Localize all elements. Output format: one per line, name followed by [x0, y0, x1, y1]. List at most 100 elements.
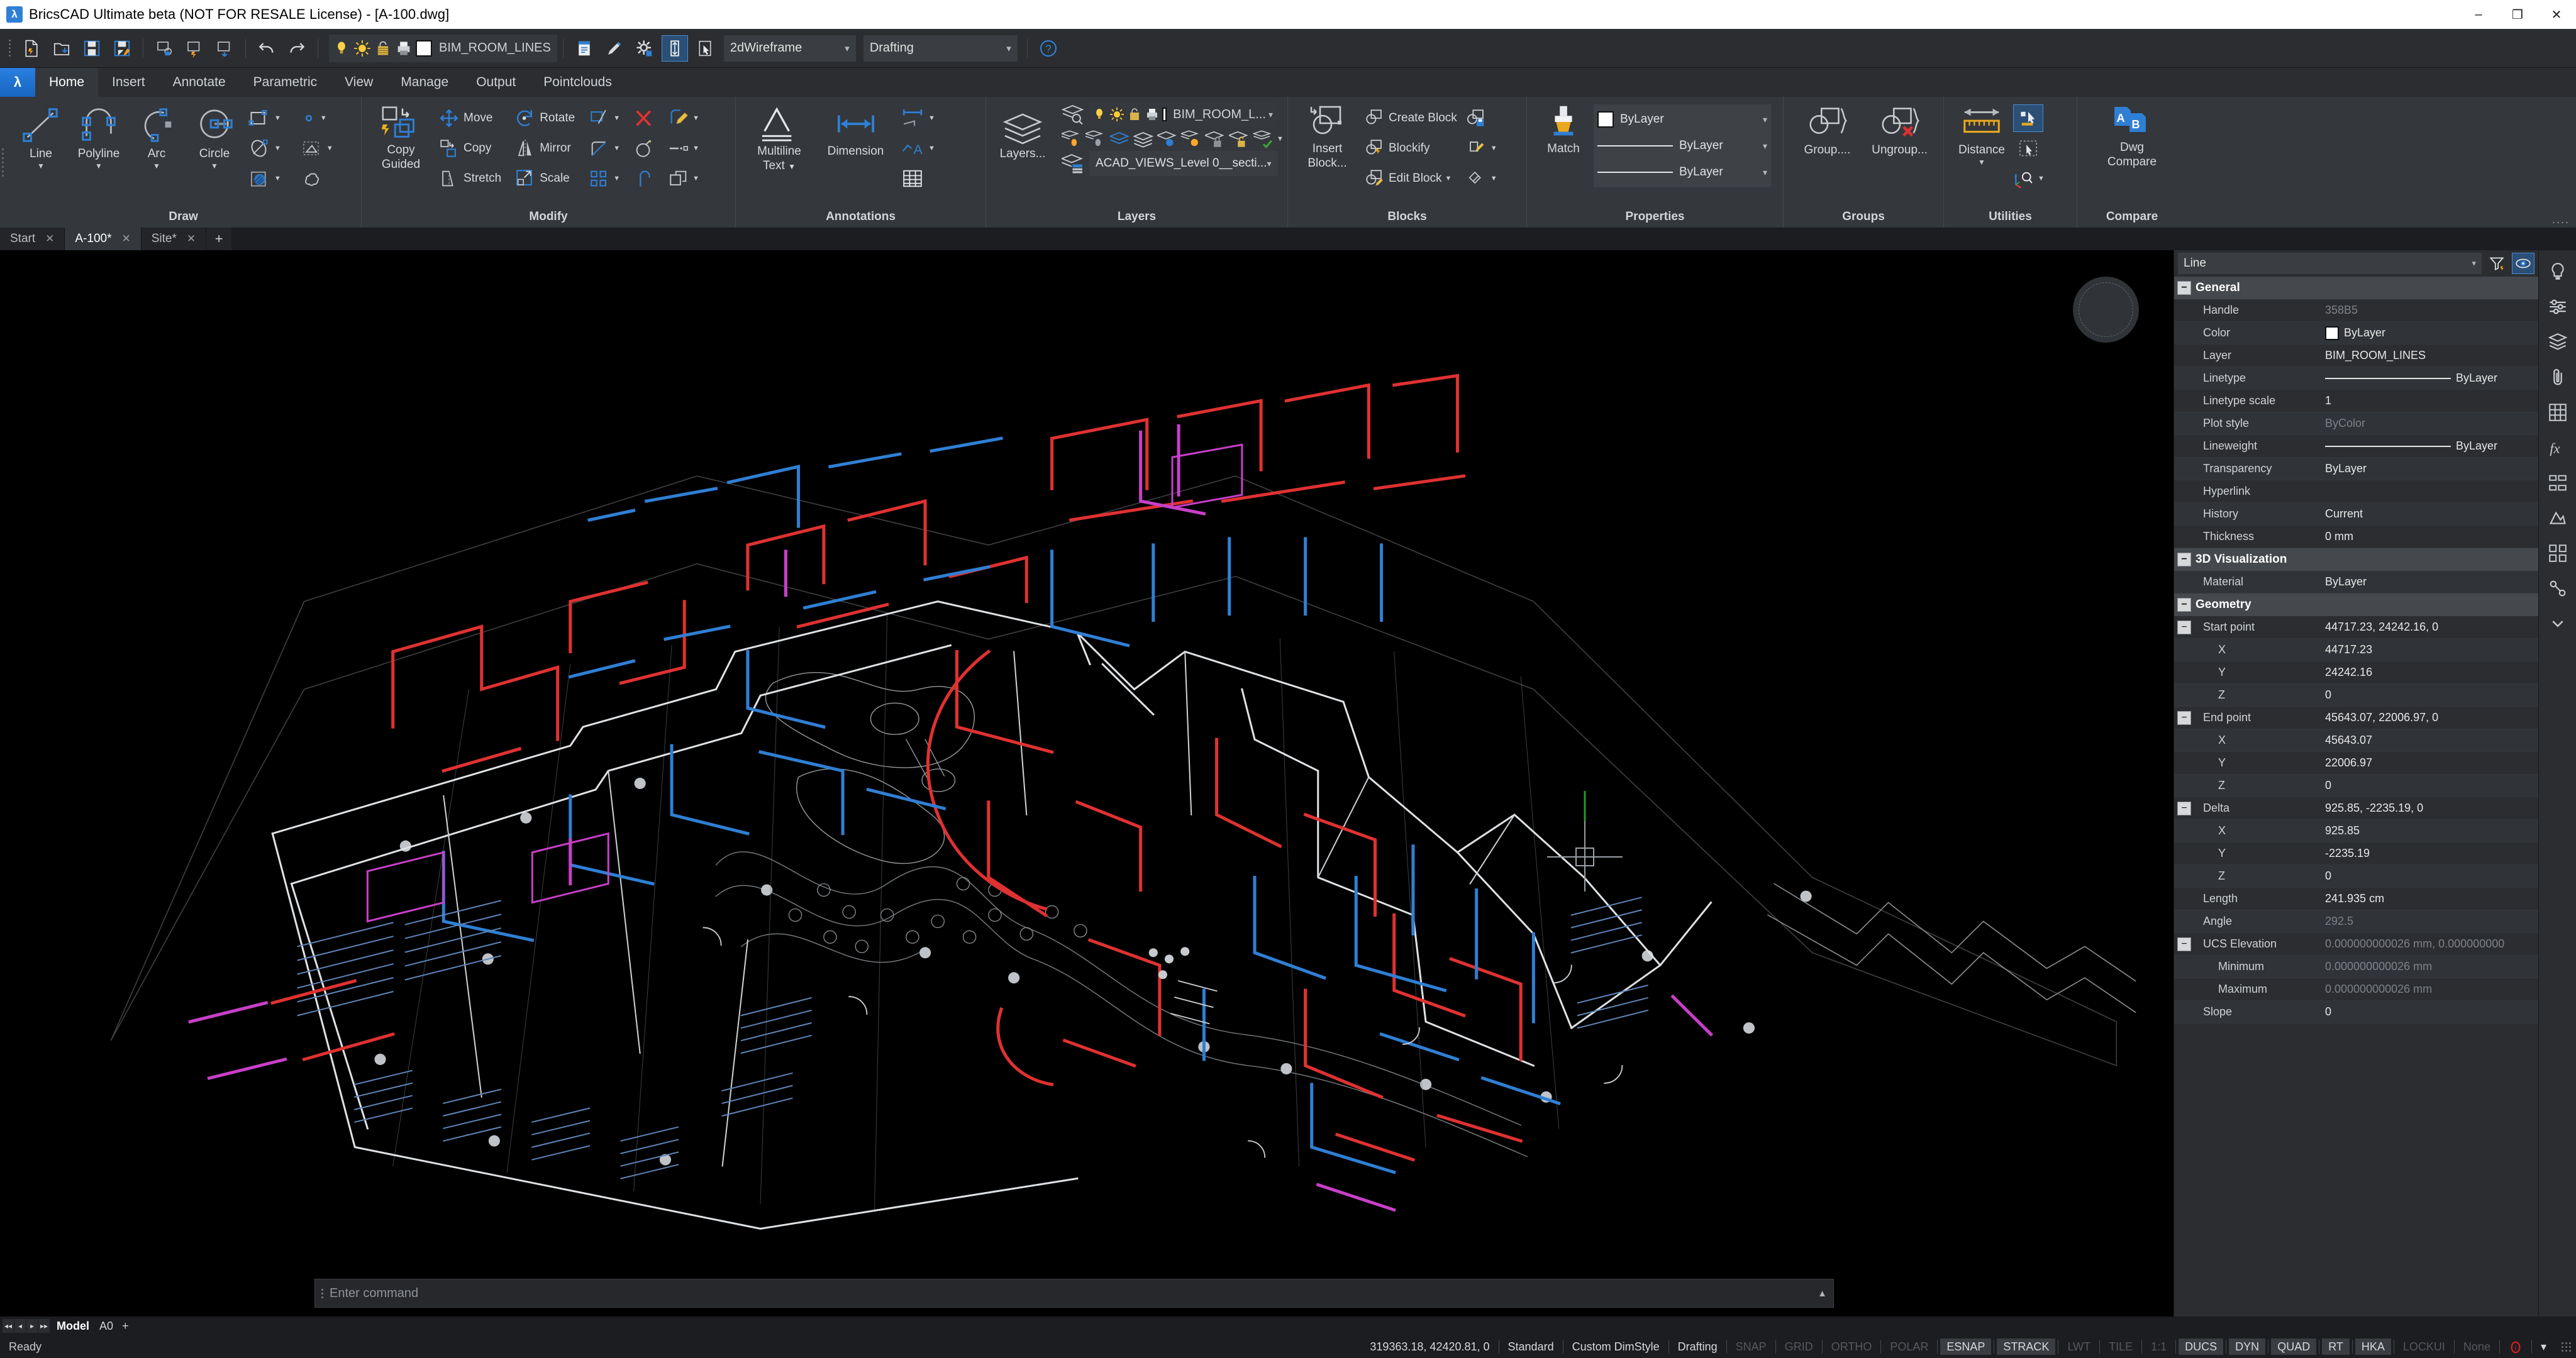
layout-tab-a0[interactable]: A0	[96, 1320, 117, 1333]
info-alert-icon[interactable]: i	[2502, 1339, 2529, 1355]
coordinates-readout[interactable]: 319363.18, 42420.81, 0	[1363, 1339, 1496, 1355]
collapse-icon[interactable]: −	[2177, 553, 2191, 566]
property-value[interactable]: 241.935 cm	[2319, 892, 2538, 905]
property-row[interactable]: −UCS Elevation0.000000000026 mm, 0.00000…	[2174, 933, 2538, 956]
property-value[interactable]: ByLayer	[2319, 372, 2538, 385]
property-value[interactable]: 0	[2319, 869, 2538, 883]
next-layout-button[interactable]: ▸	[26, 1319, 38, 1333]
chevron-down-icon-2[interactable]: ▾	[1006, 43, 1011, 54]
workspace-combo[interactable]: Drafting ▾	[863, 35, 1018, 62]
measure-select-icon[interactable]	[2018, 109, 2038, 128]
structure-tree-icon[interactable]	[2541, 466, 2574, 499]
visual-style-combo[interactable]: 2dWireframe ▾	[724, 35, 856, 62]
layer-plot-icon[interactable]	[1145, 107, 1160, 122]
lengthen-icon[interactable]	[668, 138, 689, 158]
chevron-down-icon[interactable]: ▼	[692, 145, 699, 152]
chevron-down-icon[interactable]: ▾	[845, 43, 850, 54]
chevron-down-icon[interactable]: ▾	[1269, 109, 1273, 120]
linetype-combo[interactable]: ByLayer ▾	[1597, 134, 1767, 158]
drawing-canvas[interactable]: Enter command ▲	[0, 250, 2174, 1317]
property-row[interactable]: Slope0	[2174, 1001, 2538, 1024]
resize-grip[interactable]	[2562, 1342, 2571, 1352]
layer-thaw-all-icon[interactable]	[1181, 129, 1202, 149]
property-row[interactable]: Z0	[2174, 865, 2538, 888]
layer-lock-icon-2[interactable]	[1205, 129, 1226, 149]
layer-unlock-icon-2[interactable]	[1229, 129, 1250, 149]
polyline-button[interactable]: Polyline ▼	[70, 102, 128, 170]
multiline-text-button[interactable]: Multiline Text ▼	[742, 102, 816, 174]
ribbon-overflow-handle[interactable]: ....	[2552, 213, 2570, 226]
collapse-icon[interactable]: −	[2177, 802, 2191, 815]
status-toggle-ducs[interactable]: DUCS	[2179, 1339, 2223, 1355]
property-row[interactable]: LinetypeByLayer	[2174, 367, 2538, 390]
block-manager-icon[interactable]	[1466, 168, 1487, 189]
tab-view[interactable]: View	[331, 68, 387, 97]
text-style-indicator[interactable]: Standard	[1502, 1339, 1560, 1355]
property-row[interactable]: Minimum0.000000000026 mm	[2174, 956, 2538, 978]
layer-unlock-icon[interactable]	[1127, 107, 1142, 122]
property-value[interactable]: -2235.19	[2319, 847, 2538, 860]
tab-pointclouds[interactable]: Pointclouds	[530, 68, 626, 97]
chevron-down-icon[interactable]: ▼	[613, 114, 620, 122]
scale-button[interactable]: Scale	[514, 165, 575, 192]
layer-off-icon[interactable]	[1085, 129, 1107, 149]
layer-isolate-icon[interactable]	[1109, 129, 1131, 149]
offset-icon[interactable]	[633, 138, 655, 158]
property-value[interactable]: 0	[2319, 1005, 2538, 1018]
property-row[interactable]: Y24242.16	[2174, 661, 2538, 684]
workspace-indicator[interactable]: Drafting	[1672, 1339, 1724, 1355]
save-drawing-button[interactable]	[79, 35, 105, 62]
property-row[interactable]: Handle358B5	[2174, 299, 2538, 322]
current-layer-control[interactable]: BIM_ROOM_LINES	[329, 35, 557, 62]
leader-dimension-icon[interactable]	[900, 108, 925, 129]
plot-preview-button[interactable]	[151, 35, 177, 62]
layer-explorer-icon[interactable]	[1062, 104, 1085, 125]
collapse-icon[interactable]: −	[2177, 711, 2191, 725]
property-row[interactable]: Y22006.97	[2174, 752, 2538, 775]
layer-control-combo[interactable]: BIM_ROOM_L... ▾	[1089, 102, 1278, 127]
property-value[interactable]: ByColor	[2319, 417, 2538, 430]
attach-icon[interactable]	[2541, 361, 2574, 394]
layer-on-icon[interactable]	[1092, 107, 1107, 122]
chevron-down-icon[interactable]: ▼	[1491, 145, 1497, 152]
layer-state-combo[interactable]: ACAD_VIEWS_Level 0__secti... ▾	[1089, 151, 1278, 176]
property-row[interactable]: Length241.935 cm	[2174, 888, 2538, 910]
chevron-down-icon[interactable]: ▼	[211, 162, 218, 170]
chevron-down-icon[interactable]: ▼	[320, 114, 327, 122]
new-drawing-button[interactable]	[18, 35, 45, 62]
close-icon[interactable]: ✕	[45, 233, 54, 245]
select-similar-button[interactable]	[692, 35, 718, 62]
status-more-button[interactable]: ▾	[2534, 1339, 2553, 1355]
rotate-button[interactable]: Rotate	[514, 104, 575, 132]
hatch-icon[interactable]	[248, 168, 271, 189]
ucs-icon[interactable]	[2013, 169, 2035, 188]
property-row[interactable]: Z0	[2174, 775, 2538, 797]
array-icon[interactable]	[589, 168, 610, 189]
ellipse-icon[interactable]	[248, 138, 271, 158]
copy-button[interactable]: Copy	[438, 135, 501, 162]
layer-freeze-icon[interactable]	[353, 40, 371, 57]
property-value[interactable]: 292.5	[2319, 915, 2538, 928]
filter-icon[interactable]	[2485, 253, 2508, 274]
status-toggle-esnap[interactable]: ESNAP	[1940, 1339, 1991, 1355]
render-icon[interactable]	[2541, 502, 2574, 534]
new-document-button[interactable]: +	[206, 228, 231, 250]
property-value[interactable]: 0 mm	[2319, 530, 2538, 543]
chevron-down-icon[interactable]: ▼	[692, 175, 699, 182]
property-value[interactable]: 44717.23	[2319, 643, 2538, 656]
copy-guided-button[interactable]: Copy Guided	[368, 102, 434, 171]
move-button[interactable]: Move	[438, 104, 501, 132]
settings-button[interactable]	[631, 35, 658, 62]
explorer-button[interactable]	[571, 35, 597, 62]
tab-annotate[interactable]: Annotate	[159, 68, 240, 97]
layers-icon[interactable]	[2541, 326, 2574, 358]
status-toggle-strack[interactable]: STRACK	[1997, 1339, 2055, 1355]
help-button[interactable]: ?	[1035, 35, 1062, 62]
status-toggle-hka[interactable]: HKA	[2355, 1339, 2391, 1355]
chevron-down-icon[interactable]: ▼	[326, 145, 333, 152]
dim-style-indicator[interactable]: Custom DimStyle	[1566, 1339, 1666, 1355]
doc-tab-a100[interactable]: A-100* ✕	[65, 228, 141, 250]
quick-select-icon[interactable]	[2512, 253, 2534, 274]
tab-home[interactable]: Home	[35, 68, 98, 97]
property-row[interactable]: Y-2235.19	[2174, 842, 2538, 865]
